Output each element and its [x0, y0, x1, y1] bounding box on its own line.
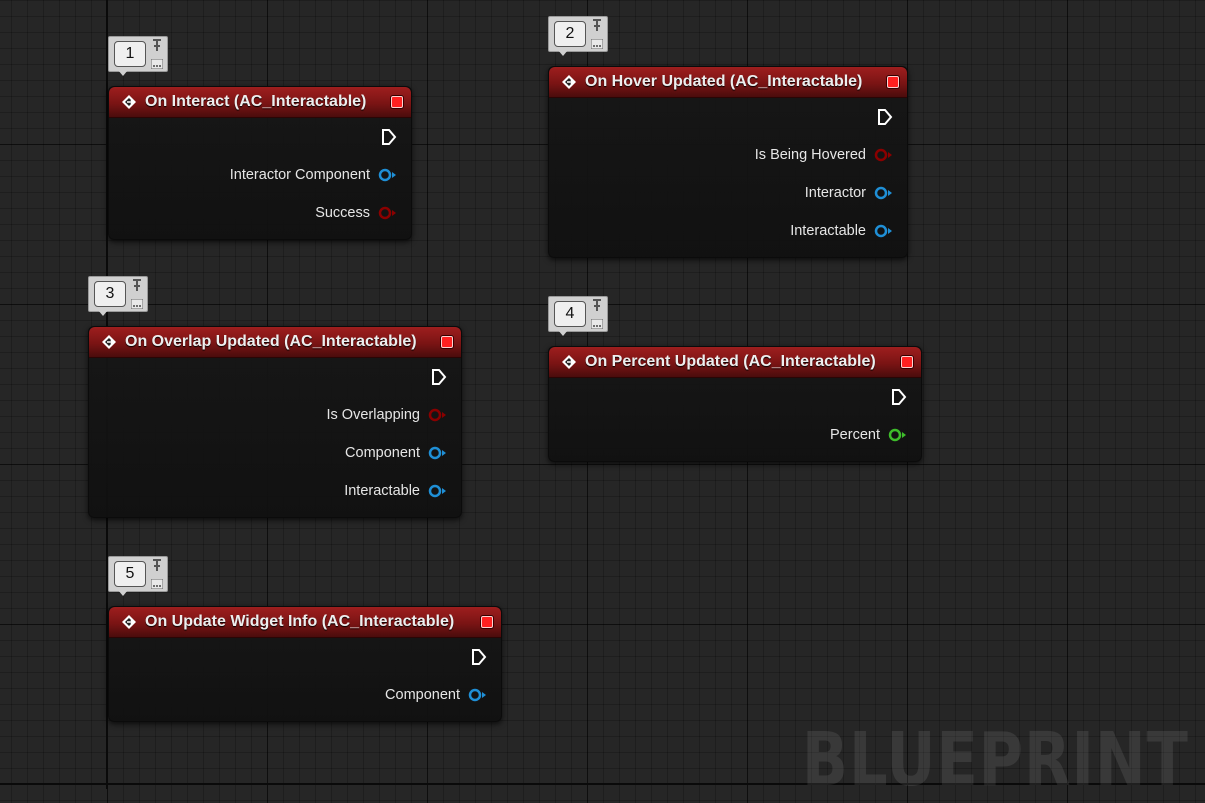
comment-number[interactable]: 4 — [554, 301, 586, 327]
comment-bubble-tail — [558, 330, 568, 336]
bool-pin-icon[interactable] — [378, 206, 397, 220]
comment-bubble[interactable]: 1 — [108, 36, 168, 76]
more-icon[interactable] — [150, 576, 164, 594]
pin-icon[interactable] — [130, 278, 144, 297]
delegate-pin[interactable] — [441, 336, 453, 348]
object-pin-icon[interactable] — [428, 484, 447, 498]
object-pin-icon[interactable] — [378, 168, 397, 182]
output-pin-row[interactable]: Interactable — [89, 472, 461, 510]
output-pin-row[interactable]: Component — [89, 434, 461, 472]
blueprint-watermark: BLUEPRINT — [802, 717, 1189, 803]
event-icon — [101, 334, 117, 350]
output-pin-row[interactable]: Is Overlapping — [89, 396, 461, 434]
comment-bubble[interactable]: 3 — [88, 276, 148, 316]
node-header[interactable]: On Hover Updated (AC_Interactable) — [549, 67, 907, 98]
node-title: On Percent Updated (AC_Interactable) — [585, 353, 876, 370]
comment-number[interactable]: 5 — [114, 561, 146, 587]
output-pin-row[interactable]: Interactor — [549, 174, 907, 212]
node-header[interactable]: On Overlap Updated (AC_Interactable) — [89, 327, 461, 358]
comment-number[interactable]: 1 — [114, 41, 146, 67]
exec-out-pin-icon[interactable] — [381, 128, 397, 151]
node-header[interactable]: On Percent Updated (AC_Interactable) — [549, 347, 921, 378]
node-header[interactable]: On Update Widget Info (AC_Interactable) — [109, 607, 501, 638]
pin-label: Interactor Component — [229, 167, 370, 183]
more-icon[interactable] — [150, 56, 164, 74]
comment-bubble[interactable]: 2 — [548, 16, 608, 56]
more-icon[interactable] — [130, 296, 144, 314]
event-icon — [121, 614, 137, 630]
comment-bubble-tail — [558, 50, 568, 56]
more-icon[interactable] — [590, 316, 604, 334]
delegate-pin[interactable] — [481, 616, 493, 628]
object-pin-icon[interactable] — [874, 224, 893, 238]
event-node-on-overlap-updated[interactable]: On Overlap Updated (AC_Interactable) Is … — [88, 326, 462, 518]
event-icon — [561, 354, 577, 370]
pin-label: Percent — [830, 427, 880, 443]
event-icon — [121, 94, 137, 110]
delegate-pin[interactable] — [887, 76, 899, 88]
exec-out-pin-icon[interactable] — [891, 388, 907, 411]
event-node-on-hover-updated[interactable]: On Hover Updated (AC_Interactable) Is Be… — [548, 66, 908, 258]
delegate-pin[interactable] — [901, 356, 913, 368]
comment-bubble-tail — [118, 70, 128, 76]
bool-pin-icon[interactable] — [428, 408, 447, 422]
exec-out-pin-icon[interactable] — [877, 108, 893, 131]
node-header[interactable]: On Interact (AC_Interactable) — [109, 87, 411, 118]
object-pin-icon[interactable] — [428, 446, 447, 460]
node-title: On Interact (AC_Interactable) — [145, 93, 367, 110]
pin-label: Success — [315, 205, 370, 221]
pin-icon[interactable] — [150, 38, 164, 57]
output-pin-row[interactable]: Is Being Hovered — [549, 136, 907, 174]
output-pin-row[interactable]: Interactable — [549, 212, 907, 250]
object-pin-icon[interactable] — [874, 186, 893, 200]
event-node-on-interact[interactable]: On Interact (AC_Interactable) Interactor… — [108, 86, 412, 240]
node-title: On Overlap Updated (AC_Interactable) — [125, 333, 417, 350]
node-title: On Hover Updated (AC_Interactable) — [585, 73, 863, 90]
event-icon — [561, 74, 577, 90]
comment-bubble[interactable]: 4 — [548, 296, 608, 336]
event-node-on-update-widget-info[interactable]: On Update Widget Info (AC_Interactable) … — [108, 606, 502, 722]
pin-icon[interactable] — [590, 298, 604, 317]
pin-label: Interactable — [344, 483, 420, 499]
output-pin-row[interactable]: Component — [109, 676, 501, 714]
comment-bubble[interactable]: 5 — [108, 556, 168, 596]
delegate-pin[interactable] — [391, 96, 403, 108]
output-pin-row[interactable]: Interactor Component — [109, 156, 411, 194]
output-pin-row[interactable]: Success — [109, 194, 411, 232]
pin-label: Component — [385, 687, 460, 703]
pin-icon[interactable] — [590, 18, 604, 37]
comment-bubble-tail — [98, 310, 108, 316]
event-node-on-percent-updated[interactable]: On Percent Updated (AC_Interactable) Per… — [548, 346, 922, 462]
pin-label: Is Overlapping — [326, 407, 421, 423]
exec-out-pin-icon[interactable] — [431, 368, 447, 391]
pin-label: Is Being Hovered — [754, 147, 866, 163]
object-pin-icon[interactable] — [468, 688, 487, 702]
comment-bubble-tail — [118, 590, 128, 596]
pin-label: Component — [345, 445, 420, 461]
pin-label: Interactor — [804, 185, 866, 201]
more-icon[interactable] — [590, 36, 604, 54]
float-pin-icon[interactable] — [888, 428, 907, 442]
output-pin-row[interactable]: Percent — [549, 416, 921, 454]
comment-number[interactable]: 2 — [554, 21, 586, 47]
comment-number[interactable]: 3 — [94, 281, 126, 307]
pin-icon[interactable] — [150, 558, 164, 577]
node-title: On Update Widget Info (AC_Interactable) — [145, 613, 455, 630]
exec-out-pin-icon[interactable] — [471, 648, 487, 671]
pin-label: Interactable — [790, 223, 866, 239]
bool-pin-icon[interactable] — [874, 148, 893, 162]
